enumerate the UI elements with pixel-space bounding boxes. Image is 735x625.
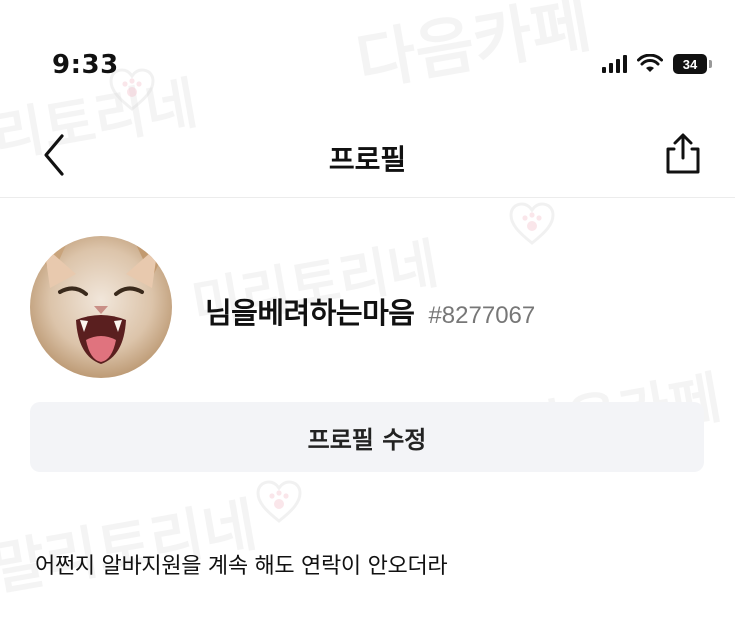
wifi-icon — [637, 54, 663, 72]
page-title: 프로필 — [328, 143, 407, 176]
post-text: 어쩐지 알바지원을 계속 해도 연락이 안오더라 — [35, 554, 448, 579]
status-time: 9:33 — [52, 50, 119, 80]
status-bar: 9:33 34 — [0, 0, 735, 110]
heart-paw-icon — [509, 202, 555, 245]
profile-nickname: 님을베려하는마음 — [205, 296, 415, 330]
nav-bar: 프로필 — [0, 110, 735, 198]
share-icon[interactable] — [661, 132, 705, 176]
profile-user-id: #8277067 — [428, 302, 536, 329]
avatar[interactable] — [30, 236, 172, 378]
edit-profile-button[interactable]: 프로필 수정 — [30, 402, 704, 472]
cellular-signal-icon — [602, 55, 627, 73]
battery-level: 34 — [682, 56, 698, 72]
status-icons: 34 — [602, 54, 712, 74]
battery-icon: 34 — [673, 54, 712, 74]
profile-name-row: 님을베려하는마음 #8277067 — [205, 290, 535, 332]
watermark-miritorine: 말리토리네 — [0, 477, 262, 606]
heart-paw-icon — [256, 480, 302, 523]
